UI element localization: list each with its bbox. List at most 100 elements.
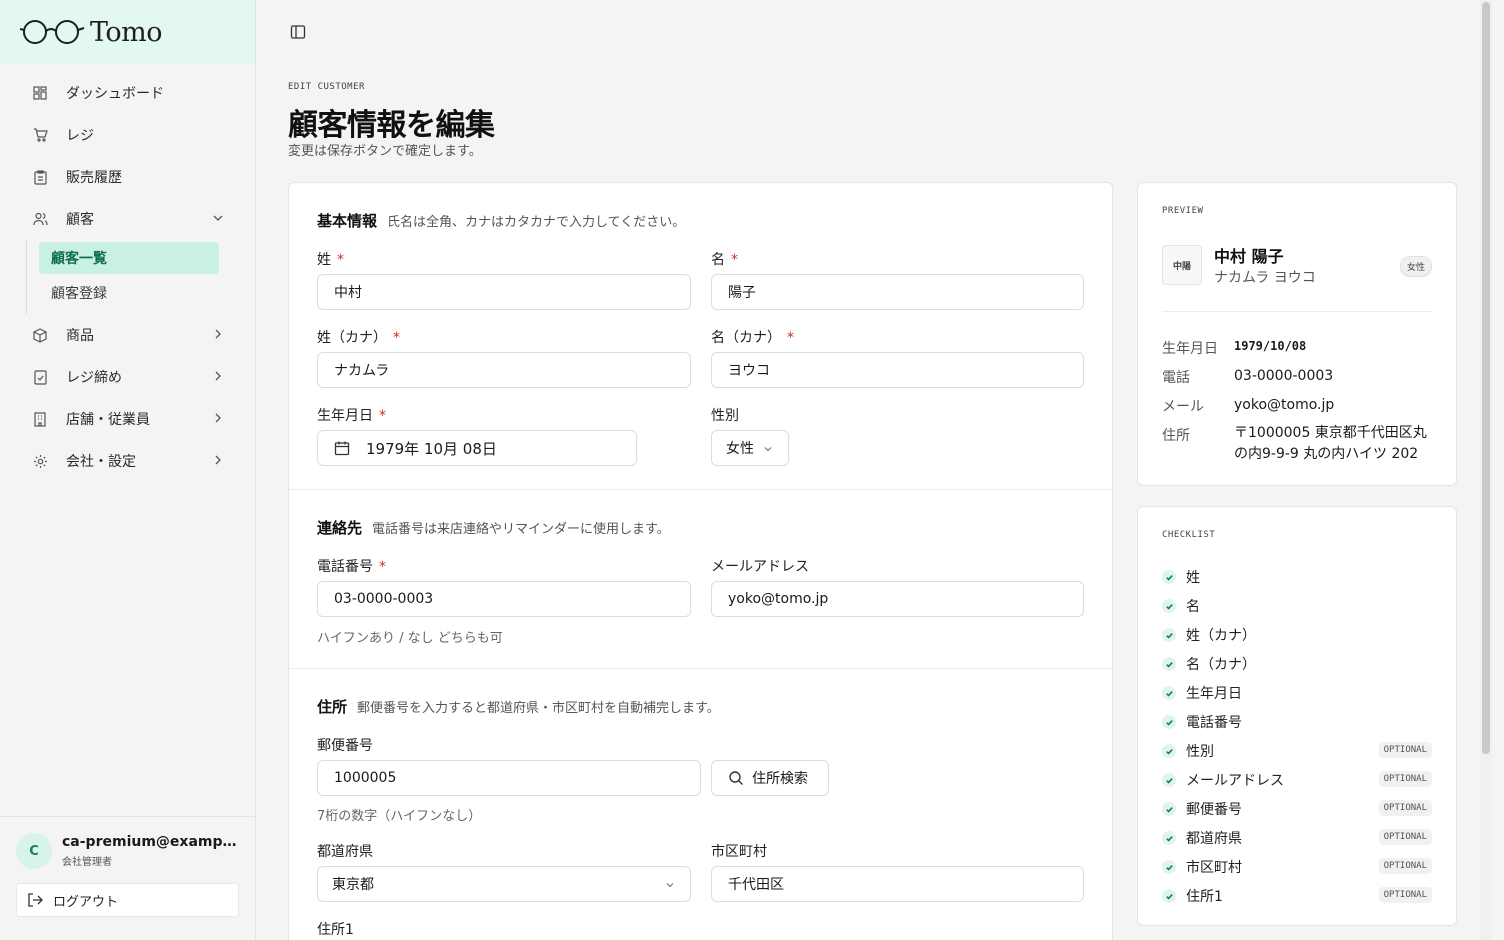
check-icon [1162, 599, 1176, 613]
checklist-item: 姓（カナ） [1162, 625, 1432, 645]
last-kana-input[interactable]: ナカムラ [317, 352, 691, 388]
checklist-item-label: 都道府県 [1186, 831, 1242, 847]
birth-date-label: 生年月日 * [317, 408, 386, 424]
sidebar: Tomo ダッシュボード レジ 販売履歴 顧客 顧客一覧 顧客登録 商品 レジ締… [0, 0, 256, 940]
package-icon [32, 327, 48, 343]
main-content: EDIT CUSTOMER 顧客情報を編集 変更は保存ボタンで確定します。 基本… [256, 0, 1492, 940]
sidebar-item-dashboard[interactable]: ダッシュボード [0, 72, 255, 114]
checklist-item-label: 性別 [1186, 744, 1214, 760]
checklist-item-label: 市区町村 [1186, 860, 1242, 876]
subnav-item-customer-register[interactable]: 顧客登録 [39, 276, 219, 310]
sidebar-item-customers[interactable]: 顧客 [0, 198, 255, 240]
prefecture-label: 都道府県 [317, 844, 373, 860]
sidebar-item-label: ダッシュボード [66, 86, 164, 102]
optional-badge: OPTIONAL [1378, 800, 1432, 816]
section-basic-info: 基本情報 氏名は全角、カナはカタカナで入力してください。 姓 * 中村 名 * 陽子… [289, 183, 1112, 490]
phone-label: 電話番号 * [317, 559, 386, 575]
gear-icon [32, 453, 48, 469]
chevron-right-icon [215, 455, 221, 465]
zip-input[interactable]: 1000005 [317, 760, 701, 796]
checklist-card: CHECKLIST 姓名姓（カナ） 名（カナ） 生年月日電話番号性別 OPTIONAL… [1137, 506, 1457, 926]
scrollbar-thumb[interactable] [1482, 2, 1490, 754]
user-role: 会社管理者 [62, 857, 112, 868]
checklist-heading: CHECKLIST [1162, 530, 1216, 540]
optional-badge: OPTIONAL [1378, 742, 1432, 758]
first-name-input[interactable]: 陽子 [711, 274, 1084, 310]
user-email: ca-premium@example.com [62, 834, 238, 850]
logout-button[interactable]: ログアウト [16, 883, 239, 917]
checklist-item-label: 電話番号 [1186, 715, 1242, 731]
optional-badge: OPTIONAL [1378, 887, 1432, 903]
optional-badge: OPTIONAL [1378, 771, 1432, 787]
city-input[interactable]: 千代田区 [711, 866, 1084, 902]
zip-label: 郵便番号 [317, 738, 373, 754]
birth-date-picker[interactable]: 1979年 10月 08日 [317, 430, 637, 466]
checklist-item-label: 住所1 [1186, 889, 1223, 905]
preview-card: PREVIEW 中陽 中村 陽子 ナカムラ ヨウコ 女性 生年月日 1979/1… [1137, 182, 1457, 486]
checklist-item-label: 名 [1186, 599, 1200, 615]
checklist-item: 性別 OPTIONAL [1162, 741, 1432, 761]
check-icon [1162, 628, 1176, 642]
clipboard-icon [32, 169, 48, 185]
sidebar-item-products[interactable]: 商品 [0, 314, 255, 356]
section-title: 住所 [317, 698, 348, 716]
sidebar-item-register-close[interactable]: レジ締め [0, 356, 255, 398]
section-description: 電話番号は来店連絡やリマインダーに使用します。 [372, 522, 670, 537]
last-kana-label: 姓（カナ） * [317, 330, 400, 346]
gender-select[interactable]: 女性 [711, 430, 789, 466]
sidebar-nav: ダッシュボード レジ 販売履歴 顧客 顧客一覧 顧客登録 商品 レジ締め 店舗・… [0, 64, 255, 482]
customer-subnav: 顧客一覧 顧客登録 [26, 240, 255, 314]
check-icon [1162, 802, 1176, 816]
first-kana-label: 名（カナ） * [711, 330, 794, 346]
email-input[interactable]: yoko@tomo.jp [711, 581, 1084, 617]
phone-hint: ハイフンあり / なし どちらも可 [317, 631, 503, 646]
preview-email: yoko@tomo.jp [1234, 397, 1335, 413]
checklist-item-label: 生年月日 [1186, 686, 1242, 702]
subnav-item-customer-list[interactable]: 顧客一覧 [39, 242, 219, 274]
preview-address: 〒1000005 東京都千代田区丸の内9-9-9 丸の内ハイツ 202 [1234, 425, 1427, 462]
checklist-item: メールアドレス OPTIONAL [1162, 770, 1432, 790]
check-icon [1162, 889, 1176, 903]
preview-kana: ナカムラ ヨウコ [1214, 270, 1316, 286]
app-name: Tomo [90, 16, 163, 48]
optional-badge: OPTIONAL [1378, 858, 1432, 874]
sidebar-item-label: 店舗・従業員 [66, 412, 150, 428]
page-subtitle: 変更は保存ボタンで確定します。 [288, 144, 482, 159]
section-description: 氏名は全角、カナはカタカナで入力してください。 [387, 215, 686, 230]
chevron-down-icon [666, 883, 674, 888]
phone-input[interactable]: 03-0000-0003 [317, 581, 691, 617]
zip-hint: 7桁の数字（ハイフンなし） [317, 809, 482, 824]
birth-date-value: 1979年 10月 08日 [366, 439, 497, 458]
email-label: メールアドレス [711, 559, 809, 575]
users-icon [32, 211, 48, 227]
sidebar-item-register[interactable]: レジ [0, 114, 255, 156]
checklist-item: 電話番号 [1162, 712, 1432, 732]
address-search-button[interactable]: 住所検索 [711, 760, 829, 796]
last-name-input[interactable]: 中村 [317, 274, 691, 310]
checklist-item: 生年月日 [1162, 683, 1432, 703]
checklist-item: 名 [1162, 596, 1432, 616]
glasses-logo-icon [20, 20, 85, 44]
check-icon [1162, 657, 1176, 671]
checklist-item-label: メールアドレス [1186, 773, 1284, 789]
checklist-item: 姓 [1162, 567, 1432, 587]
cart-icon [32, 127, 48, 143]
address1-label: 住所1 [317, 922, 354, 938]
gender-value: 女性 [726, 441, 754, 457]
preview-phone: 03-0000-0003 [1234, 368, 1334, 384]
sidebar-toggle-icon[interactable] [290, 24, 306, 40]
sidebar-item-company-settings[interactable]: 会社・設定 [0, 440, 255, 482]
sidebar-item-stores-staff[interactable]: 店舗・従業員 [0, 398, 255, 440]
first-kana-input[interactable]: ヨウコ [711, 352, 1084, 388]
last-name-label: 姓 * [317, 252, 344, 268]
prefecture-select[interactable]: 東京都 [317, 866, 691, 902]
logo[interactable]: Tomo [0, 0, 255, 64]
logout-label: ログアウト [53, 894, 119, 910]
calendar-icon [334, 441, 350, 456]
chevron-down-icon [213, 215, 223, 221]
sidebar-item-sales-history[interactable]: 販売履歴 [0, 156, 255, 198]
scrollbar[interactable] [1480, 0, 1492, 940]
page-title: 顧客情報を編集 [288, 108, 495, 143]
gender-label: 性別 [711, 408, 739, 424]
checklist-item: 名（カナ） [1162, 654, 1432, 674]
